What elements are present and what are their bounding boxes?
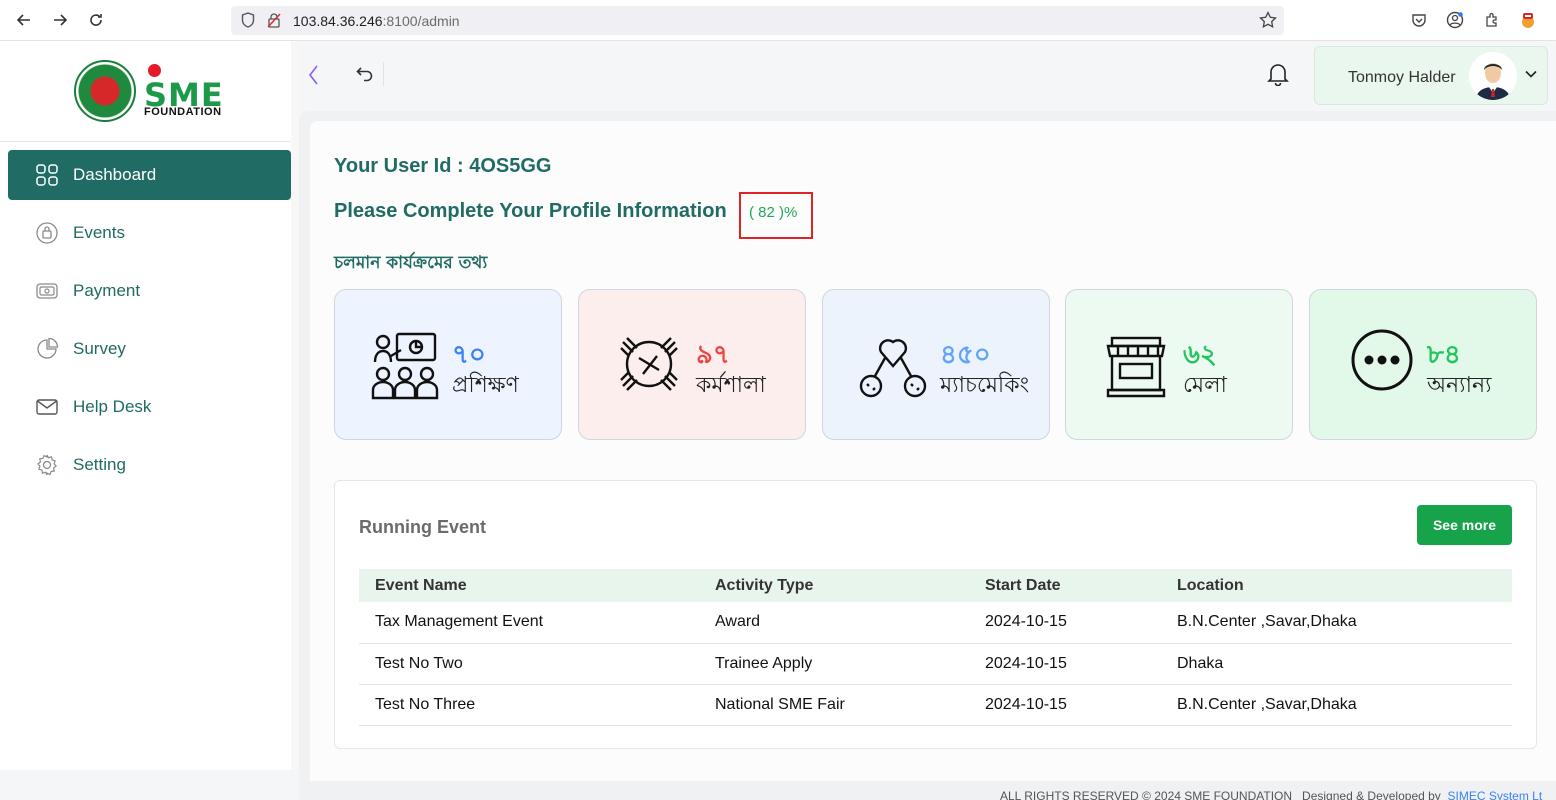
stat-label: ম্যাচমেকিং <box>940 373 1030 398</box>
sidebar-item-label: Help Desk <box>73 397 152 416</box>
browser-toolbar: 103.84.36.246:8100/admin <box>0 0 1556 41</box>
cell-start-date: 2024-10-15 <box>969 684 1161 726</box>
undo-back-button[interactable] <box>353 62 377 86</box>
sidebar-item-help-desk[interactable]: Help Desk <box>8 382 291 432</box>
stat-label: মেলা <box>1183 373 1227 398</box>
sidebar-item-dashboard[interactable]: Dashboard <box>8 150 291 200</box>
logo-subtext: FOUNDATION <box>144 106 222 118</box>
profile-percent-highlight: ( 82 )% <box>739 192 813 239</box>
stat-card-matchmaking[interactable]: ৪৫০ ম্যাচমেকিং <box>822 289 1050 440</box>
cell-event-name: Tax Management Event <box>359 602 699 644</box>
cell-start-date: 2024-10-15 <box>969 602 1161 644</box>
stat-card-training[interactable]: ৭০ প্রশিক্ষণ <box>334 289 562 440</box>
sidebar-item-label: Events <box>73 223 125 242</box>
url-text: 103.84.36.246:8100/admin <box>293 13 460 29</box>
cell-location: B.N.Center ,Savar,Dhaka <box>1161 602 1512 644</box>
stat-label: প্রশিক্ষণ <box>452 373 519 398</box>
events-icon <box>34 220 60 246</box>
account-icon[interactable] <box>1444 9 1466 31</box>
matchmaking-icon <box>857 328 929 400</box>
sidebar-item-payment[interactable]: Payment <box>8 266 291 316</box>
table-header-row: Event Name Activity Type Start Date Loca… <box>359 569 1512 602</box>
sidebar: SME FOUNDATION Dashboard Events Payment … <box>0 41 299 770</box>
running-event-title: Running Event <box>359 517 486 537</box>
header-separator <box>383 62 384 86</box>
section-title: চলমান কার্যক্রমের তথ্য <box>334 253 488 273</box>
bookmark-star-icon[interactable] <box>1259 11 1277 29</box>
gear-icon <box>34 452 60 478</box>
column-header[interactable]: Event Name <box>359 569 699 602</box>
cell-start-date: 2024-10-15 <box>969 643 1161 685</box>
sidebar-item-events[interactable]: Events <box>8 208 291 258</box>
running-event-panel: Running Event See more Event Name Activi… <box>334 480 1537 749</box>
profile-percent: ( 82 )% <box>749 204 798 221</box>
user-name: Tonmoy Halder <box>1348 69 1456 86</box>
avatar <box>1469 52 1517 100</box>
sidebar-item-label: Dashboard <box>73 165 157 184</box>
reload-icon[interactable] <box>84 8 108 32</box>
cell-location: B.N.Center ,Savar,Dhaka <box>1161 684 1512 726</box>
sidebar-item-label: Setting <box>73 455 126 474</box>
events-table: Event Name Activity Type Start Date Loca… <box>359 569 1512 726</box>
sidebar-divider <box>0 141 299 142</box>
cell-activity-type: Award <box>699 602 969 644</box>
column-header[interactable]: Activity Type <box>699 569 969 602</box>
cell-activity-type: National SME Fair <box>699 684 969 726</box>
stat-card-others[interactable]: ৮৪ অন্যান্য <box>1309 289 1537 440</box>
pie-chart-icon <box>34 336 60 362</box>
workshop-icon <box>613 328 685 400</box>
stat-label: অন্যান্য <box>1427 373 1492 398</box>
sidebar-item-survey[interactable]: Survey <box>8 324 291 374</box>
dashboard-grid-icon <box>34 162 60 188</box>
column-header[interactable]: Start Date <box>969 569 1161 602</box>
sidebar-scrollbar[interactable] <box>291 41 299 770</box>
insecure-lock-icon[interactable] <box>265 11 283 29</box>
user-id-heading: Your User Id : 4OS5GG <box>334 155 552 177</box>
sidebar-collapse-button[interactable] <box>302 60 324 90</box>
profile-extension-icon[interactable] <box>1517 9 1539 31</box>
cell-location: Dhaka <box>1161 643 1512 685</box>
sidebar-item-label: Payment <box>73 281 141 300</box>
stat-card-fair[interactable]: ৬২ মেলা <box>1065 289 1293 440</box>
extensions-icon[interactable] <box>1481 9 1503 31</box>
table-row[interactable]: Test No Three National SME Fair 2024-10-… <box>359 684 1512 726</box>
back-arrow-icon[interactable] <box>12 8 36 32</box>
payment-icon <box>34 278 60 304</box>
sme-foundation-logo[interactable]: SME FOUNDATION <box>74 60 234 124</box>
column-header[interactable]: Location <box>1161 569 1512 602</box>
cell-activity-type: Trainee Apply <box>699 643 969 685</box>
sidebar-item-label: Survey <box>73 339 126 358</box>
more-dots-icon <box>1350 328 1422 400</box>
developer-link[interactable]: SIMEC System Lt <box>1447 789 1542 800</box>
cell-event-name: Test No Two <box>359 643 699 685</box>
notification-bell-icon[interactable] <box>1265 60 1291 88</box>
see-more-button[interactable]: See more <box>1417 505 1512 545</box>
training-icon <box>369 328 441 400</box>
address-bar[interactable]: 103.84.36.246:8100/admin <box>231 6 1284 35</box>
sidebar-item-setting[interactable]: Setting <box>8 440 291 490</box>
stat-label: কর্মশালা <box>696 373 766 398</box>
government-emblem-icon <box>74 60 136 122</box>
mail-icon <box>34 394 60 420</box>
shield-icon <box>239 11 257 29</box>
pocket-icon[interactable] <box>1408 9 1430 31</box>
stat-card-workshop[interactable]: ৯৭ কর্মশালা <box>578 289 806 440</box>
chevron-down-icon <box>1524 67 1538 81</box>
profile-completion-heading: Please Complete Your Profile Information <box>334 200 727 222</box>
store-icon <box>1100 328 1172 400</box>
user-menu[interactable]: Tonmoy Halder <box>1314 46 1548 105</box>
cell-event-name: Test No Three <box>359 684 699 726</box>
table-row[interactable]: Tax Management Event Award 2024-10-15 B.… <box>359 602 1512 644</box>
footer-copyright: ALL RIGHTS RESERVED © 2024 SME FOUNDATIO… <box>1000 789 1293 800</box>
table-row[interactable]: Test No Two Trainee Apply 2024-10-15 Dha… <box>359 643 1512 685</box>
footer-designed-by: Designed & Developed by <box>1302 789 1441 800</box>
footer: ALL RIGHTS RESERVED © 2024 SME FOUNDATIO… <box>1000 789 1542 800</box>
forward-arrow-icon[interactable] <box>48 8 72 32</box>
